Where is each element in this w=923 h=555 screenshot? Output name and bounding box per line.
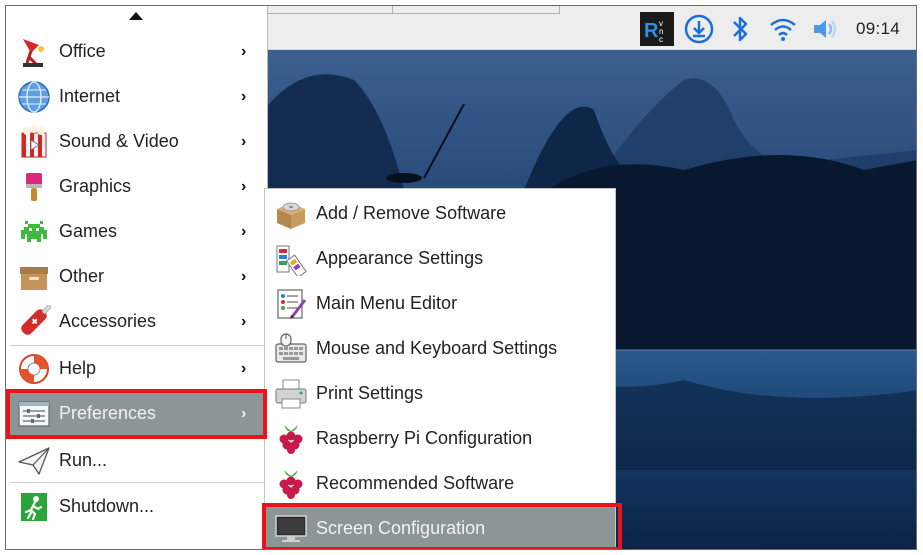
menu-item-internet[interactable]: Internet ›	[6, 74, 267, 119]
menu-separator	[10, 482, 264, 483]
chevron-right-icon: ›	[241, 222, 247, 240]
system-tray: R v n c 09:14	[632, 12, 900, 46]
menu-item-shutdown[interactable]: Shutdown...	[6, 484, 267, 529]
submenu-item-add-remove-software[interactable]: Add / Remove Software	[265, 191, 615, 236]
chevron-right-icon: ›	[241, 132, 247, 150]
taskbar-window-slot[interactable]	[258, 6, 392, 14]
menu-item-label: Accessories	[59, 311, 157, 331]
help-lifebuoy-icon	[16, 351, 52, 387]
menu-item-label: Help	[59, 358, 97, 378]
menu-item-graphics[interactable]: Graphics ›	[6, 164, 267, 209]
submenu-item-raspberry-pi-configuration[interactable]: Raspberry Pi Configuration	[265, 416, 615, 461]
add-remove-software-icon	[273, 196, 309, 232]
mouse-keyboard-icon	[273, 331, 309, 367]
menu-separator	[10, 436, 264, 437]
menu-item-label: Preferences	[59, 403, 157, 423]
monitor-icon	[273, 511, 309, 547]
submenu-item-label: Add / Remove Software	[316, 203, 507, 223]
chevron-right-icon: ›	[241, 87, 247, 105]
chevron-right-icon: ›	[241, 404, 247, 422]
clock[interactable]: 09:14	[856, 19, 900, 39]
submenu-item-label: Main Menu Editor	[316, 293, 458, 313]
preferences-submenu: Add / Remove Software Appearance Setting…	[264, 188, 616, 549]
menu-editor-icon	[273, 286, 309, 322]
chevron-right-icon: ›	[241, 42, 247, 60]
menu-item-other[interactable]: Other ›	[6, 254, 267, 299]
menu-item-help[interactable]: Help ›	[6, 346, 267, 391]
menu-item-label: Internet	[59, 86, 121, 106]
appearance-settings-icon	[273, 241, 309, 277]
menu-pointer-arrow	[129, 12, 143, 20]
submenu-item-label: Appearance Settings	[316, 248, 484, 268]
submenu-item-appearance-settings[interactable]: Appearance Settings	[265, 236, 615, 281]
menu-item-label: Run...	[59, 450, 108, 470]
printer-icon	[273, 376, 309, 412]
internet-globe-icon	[16, 79, 52, 115]
submenu-item-label: Print Settings	[316, 383, 424, 403]
submenu-item-recommended-software[interactable]: Recommended Software	[265, 461, 615, 506]
chevron-right-icon: ›	[241, 312, 247, 330]
raspberry-pi-icon	[273, 466, 309, 502]
menu-item-label: Games	[59, 221, 118, 241]
menu-item-sound-video[interactable]: Sound & Video ›	[6, 119, 267, 164]
submenu-item-print-settings[interactable]: Print Settings	[265, 371, 615, 416]
games-invader-icon	[16, 214, 52, 250]
main-menu: Office › Internet › Sound & Video › Grap…	[6, 6, 268, 549]
shutdown-exit-icon	[16, 489, 52, 525]
vnc-icon[interactable]: R v n c	[639, 12, 674, 46]
bluetooth-icon[interactable]	[724, 12, 758, 46]
submenu-item-screen-configuration[interactable]: Screen Configuration	[265, 506, 615, 549]
menu-item-label: Shutdown...	[59, 496, 155, 516]
run-paperplane-icon	[16, 443, 52, 479]
submenu-item-main-menu-editor[interactable]: Main Menu Editor	[265, 281, 615, 326]
menu-item-label: Office	[59, 41, 106, 61]
menu-item-preferences[interactable]: Preferences ›	[6, 391, 267, 436]
preferences-sliders-icon	[16, 396, 52, 432]
submenu-item-label: Screen Configuration	[316, 518, 486, 538]
menu-item-office[interactable]: Office ›	[6, 29, 267, 74]
svg-text:R: R	[644, 20, 659, 42]
submenu-item-mouse-keyboard-settings[interactable]: Mouse and Keyboard Settings	[265, 326, 615, 371]
wifi-icon[interactable]	[766, 12, 800, 46]
volume-icon[interactable]	[808, 12, 842, 46]
download-icon[interactable]	[682, 12, 716, 46]
chevron-right-icon: ›	[241, 267, 247, 285]
chevron-right-icon: ›	[241, 359, 247, 377]
sound-video-icon	[16, 124, 52, 160]
accessories-knife-icon	[16, 304, 52, 340]
raspberry-pi-icon	[273, 421, 309, 457]
submenu-item-label: Raspberry Pi Configuration	[316, 428, 533, 448]
menu-item-label: Graphics	[59, 176, 132, 196]
taskbar-window-slot[interactable]	[392, 6, 560, 14]
office-icon	[16, 34, 52, 70]
menu-item-games[interactable]: Games ›	[6, 209, 267, 254]
submenu-item-label: Recommended Software	[316, 473, 515, 493]
menu-item-label: Sound & Video	[59, 131, 179, 151]
other-box-icon	[16, 259, 52, 295]
desktop-screen: R v n c 09:14 Office › Internet › Sound …	[5, 5, 917, 550]
submenu-item-label: Mouse and Keyboard Settings	[316, 338, 558, 358]
graphics-brush-icon	[16, 169, 52, 205]
chevron-right-icon: ›	[241, 177, 247, 195]
svg-text:c: c	[659, 35, 663, 44]
menu-item-label: Other	[59, 266, 105, 286]
menu-item-accessories[interactable]: Accessories ›	[6, 299, 267, 344]
menu-item-run[interactable]: Run...	[6, 438, 267, 483]
